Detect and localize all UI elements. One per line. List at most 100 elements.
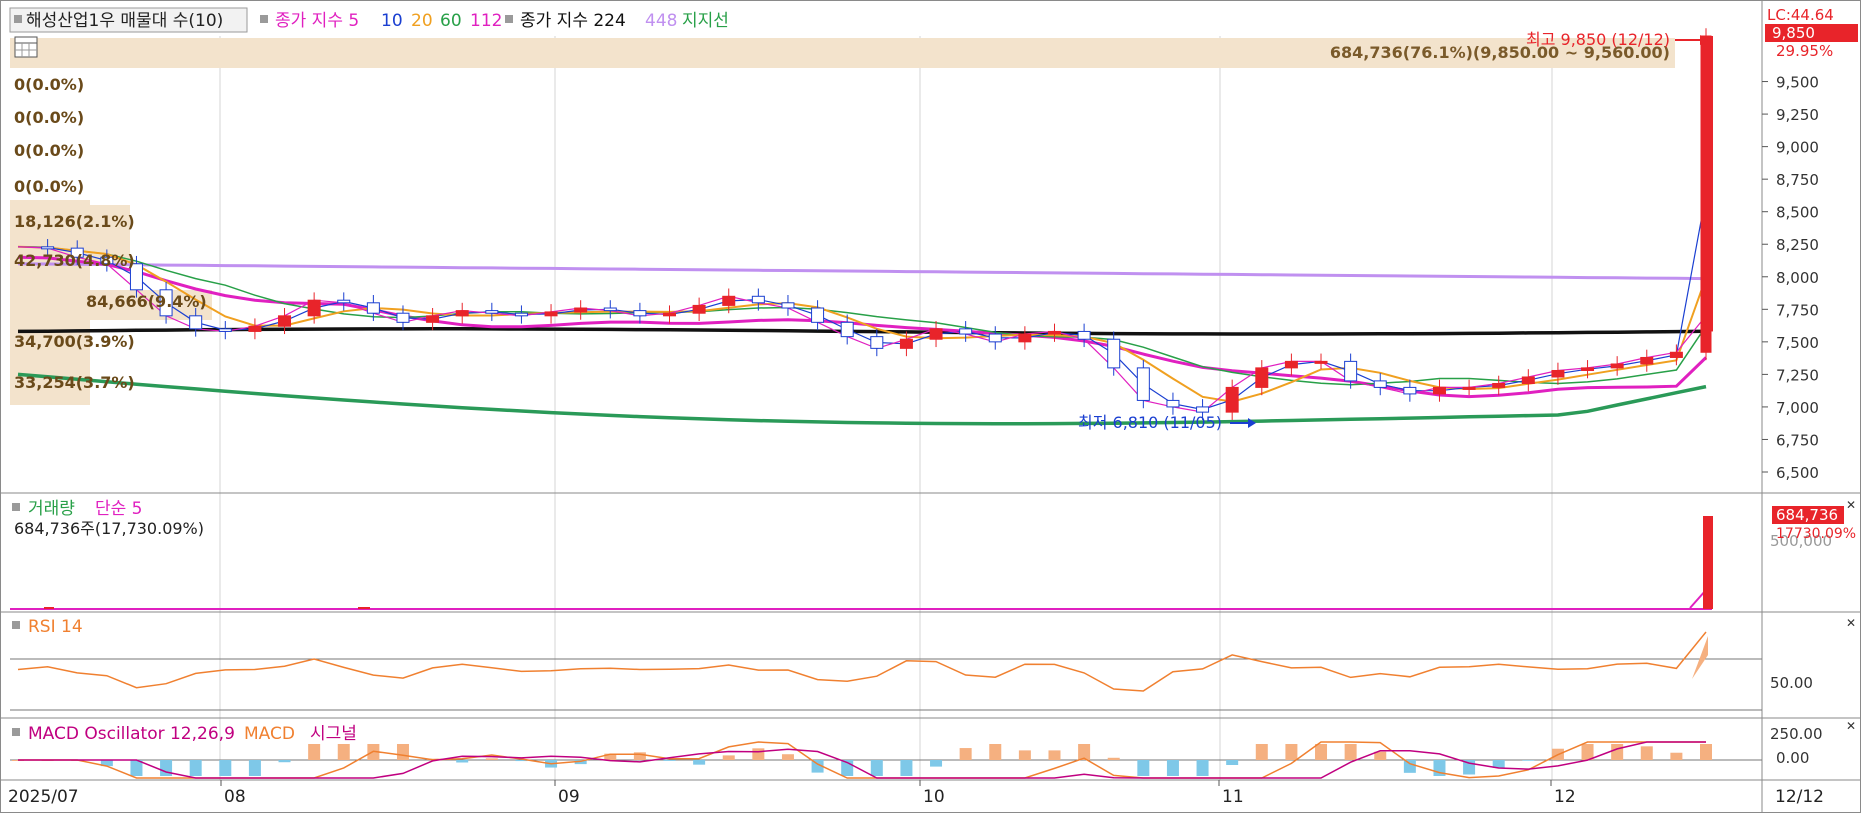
volume-title[interactable]: 거래량 [28,499,75,519]
legend-ma-448[interactable]: 448 [645,11,677,31]
macd-osc-bar [1640,746,1653,760]
price-tick-label: 9,000 [1776,139,1819,157]
candle-body [514,312,528,317]
lc-label: LC:44.64 [1767,6,1834,24]
rsi-title[interactable]: RSI 14 [28,617,83,637]
legend-ma-20[interactable]: 20 [411,11,433,31]
legend-ma-112[interactable]: 112 [470,11,502,31]
candle-body [603,307,617,312]
macd-osc-bar [752,748,765,760]
candle-body [1136,367,1150,401]
candle-body [840,321,854,338]
price-tick-label: 9,500 [1776,74,1819,92]
volume-profile-label: 34,700(3.9%) [14,332,135,351]
legend-ma-10[interactable]: 10 [381,11,403,31]
candle-body [426,315,440,323]
volume-summary: 684,736주(17,730.09%) [14,519,204,538]
legend-close-index-5[interactable]: 종가 지수 5 [275,11,359,31]
last-price-value: 9,850 [1772,24,1815,42]
legend-support-line[interactable]: 지지선 [682,11,729,31]
candle-body-last [1703,36,1713,332]
macd-osc-bar [663,760,676,761]
price-tick-label: 8,750 [1776,171,1819,189]
candle-body [1225,386,1239,413]
macd-osc-bar [722,755,735,760]
candle-body [781,302,795,309]
candle-body [1077,330,1091,340]
legend-square-icon [12,503,20,511]
price-tick-label: 8,500 [1776,204,1819,222]
candle-body [633,310,647,317]
date-axis-label: 12 [1554,787,1576,807]
low-price-note: 최저 6,810 (11/05) [1078,413,1222,432]
macd-label[interactable]: MACD [244,724,295,744]
volume-ma-label[interactable]: 단순 5 [95,499,143,519]
calendar-icon[interactable] [14,36,38,58]
volume-bar [44,607,54,609]
legend-ma-60[interactable]: 60 [440,11,462,31]
candle-body [366,302,380,314]
rsi-axis-label: 50.00 [1770,674,1813,692]
macd-title[interactable]: MACD Oscillator 12,26,9 [28,724,235,744]
legend-close-index-224[interactable]: 종가 지수 224 [520,11,626,31]
candle-body [218,328,232,332]
macd-osc-bar [189,760,202,776]
candle-body [811,307,825,323]
candle-body [751,295,765,304]
candle-body [1432,386,1446,395]
macd-osc-bar [337,744,350,760]
candle-body [337,299,351,304]
candle-body [988,333,1002,343]
candle-body [959,328,973,335]
volume-profile-label: 0(0.0%) [14,141,84,160]
candle-body [722,295,736,306]
volume-profile-label: 0(0.0%) [14,75,84,94]
date-axis-label: 08 [224,787,246,807]
macd-osc-bar [1196,760,1209,776]
candle-body [485,310,499,314]
close-panel-icon[interactable]: ✕ [1846,616,1856,630]
stock-title[interactable]: 해성산업1우 매물대 수(10) [26,11,223,31]
macd-osc-bar [1581,744,1594,760]
macd-osc-bar [1018,750,1031,760]
legend-square-icon [505,15,513,23]
candle-body [1255,367,1269,388]
high-price-note: 최고 9,850 (12/12) [1526,30,1670,49]
close-panel-icon[interactable]: ✕ [1846,498,1856,512]
macd-osc-bar [1344,744,1357,760]
volume-profile-label: 0(0.0%) [14,108,84,127]
price-tick-label: 6,500 [1776,464,1819,482]
last-change-value: 29.95% [1776,42,1833,60]
candle-body [1581,367,1595,371]
candle-body [1373,380,1387,388]
candle-body [1610,363,1624,369]
macd-osc-bar [693,760,706,765]
macd-osc-bar [248,760,261,776]
candle-body [692,304,706,314]
legend-square-icon [12,621,20,629]
close-panel-icon[interactable]: ✕ [1846,719,1856,733]
legend-square-icon [12,728,20,736]
macd-osc-bar [219,760,232,776]
signal-label[interactable]: 시그널 [310,724,357,744]
macd-osc-bar [1048,750,1061,760]
volume-bar [358,607,370,609]
candle-body [1403,386,1417,395]
macd-osc-bar [870,760,883,776]
macd-osc-bar [1522,760,1535,761]
macd-osc-bar [959,748,972,760]
candle-body [899,338,913,349]
candle-body [544,311,558,317]
candle-body [307,299,321,317]
date-axis-label: 11 [1222,787,1244,807]
macd-osc-bar [781,754,794,760]
candle-body [1314,360,1328,364]
macd-axis-label-zero: 0.00 [1776,749,1809,767]
candle-body [1344,360,1358,382]
candle-body [929,328,943,340]
volume-profile-label: 0(0.0%) [14,177,84,196]
candle-body [1166,399,1180,408]
macd-osc-bar [396,744,409,760]
stock-chart: 9,500 9,250 9,000 8,750 8,500 8,250 8,000 7,750… [0,0,1861,813]
legend-square-icon [260,15,268,23]
